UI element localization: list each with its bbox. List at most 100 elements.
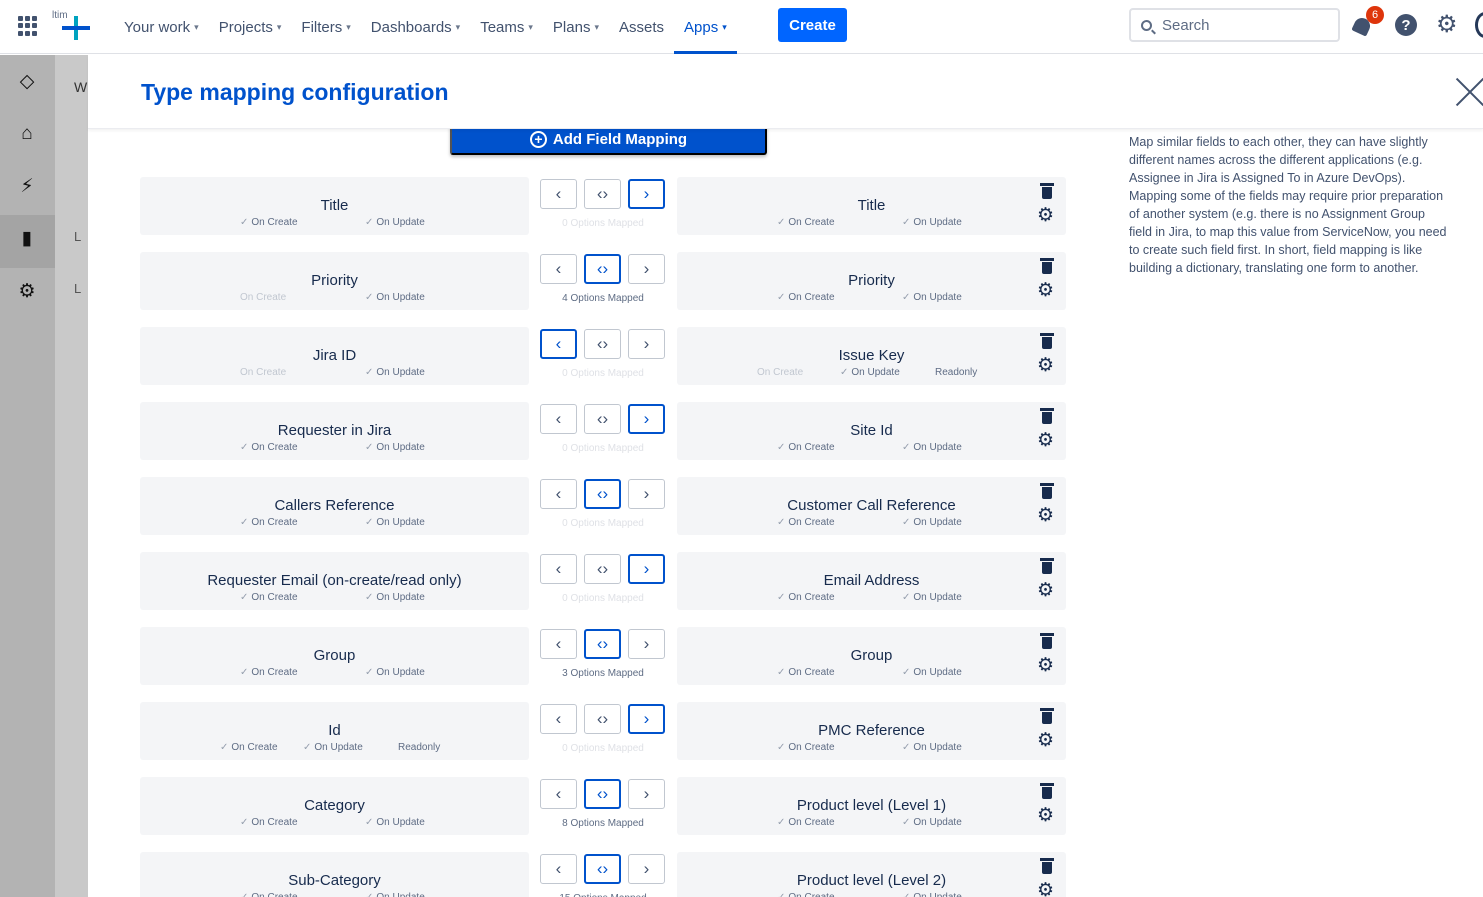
left-field-card[interactable]: Requester in Jira ✓ On Create ✓ On Update [140, 402, 529, 460]
left-field-card[interactable]: Sub-Category✓On Create✓On Update [140, 852, 529, 897]
sync-both-button[interactable]: ‹› [584, 704, 621, 734]
right-field-card[interactable]: Customer Call Reference ✓ On Create ✓ On Upd… [677, 477, 1066, 535]
check-icon: ✓ [777, 742, 786, 753]
trash-icon[interactable] [1040, 183, 1054, 199]
app-switcher-icon[interactable] [18, 16, 38, 36]
field-settings-gear-icon[interactable]: ⚙ [1037, 881, 1054, 897]
sync-both-button[interactable]: ‹› [584, 779, 621, 809]
right-field-card[interactable]: Email Address ✓ On Create ✓ On Update [677, 552, 1066, 610]
trash-icon[interactable] [1040, 558, 1054, 574]
field-settings-gear-icon[interactable]: ⚙ [1037, 806, 1054, 826]
right-field-card[interactable]: PMC Reference ✓ On Create ✓ On Update [677, 702, 1066, 760]
notifications-button[interactable]: 6 [1351, 6, 1384, 37]
sync-right-button[interactable]: › [628, 779, 665, 809]
field-settings-gear-icon[interactable]: ⚙ [1037, 206, 1054, 226]
field-settings-gear-icon[interactable]: ⚙ [1037, 356, 1054, 376]
create-button[interactable]: Create [778, 8, 847, 42]
sync-both-button[interactable]: ‹› [584, 629, 621, 659]
sync-left-button[interactable]: ‹ [540, 479, 577, 509]
left-field-card[interactable]: Requester Email (on-create/read only) ✓ On… [140, 552, 529, 610]
sync-both-button[interactable]: ‹› [584, 329, 621, 359]
right-field-card[interactable]: Title ✓ On Create ✓ On Update [677, 177, 1066, 235]
field-settings-gear-icon[interactable]: ⚙ [1037, 431, 1054, 451]
nav-item-dashboards[interactable]: Dashboards ▾ [361, 0, 470, 54]
sync-both-button[interactable]: ‹› [584, 854, 621, 884]
field-settings-gear-icon[interactable]: ⚙ [1037, 506, 1054, 526]
search-input[interactable]: Search [1129, 8, 1340, 42]
secondary-letter: L [74, 281, 82, 296]
nav-item-projects[interactable]: Projects ▾ [209, 0, 292, 54]
nav-item-filters[interactable]: Filters ▾ [291, 0, 360, 54]
nav-item-your-work[interactable]: Your work ▾ [114, 0, 209, 54]
field-settings-gear-icon[interactable]: ⚙ [1037, 581, 1054, 601]
right-field-card[interactable]: Product level (Level 2)✓On Create✓On Upd… [677, 852, 1066, 897]
sync-left-button[interactable]: ‹ [540, 704, 577, 734]
help-icon[interactable]: ? [1395, 14, 1417, 36]
trash-icon[interactable] [1040, 633, 1054, 649]
sync-left-button[interactable]: ‹ [540, 854, 577, 884]
sync-right-button[interactable]: › [628, 179, 665, 209]
home-icon[interactable]: ⌂ [16, 123, 38, 145]
sync-left-button[interactable]: ‹ [540, 329, 577, 359]
left-field-card[interactable]: Callers Reference ✓ On Create ✓ On Update [140, 477, 529, 535]
right-field-card[interactable]: Priority ✓ On Create ✓ On Update [677, 252, 1066, 310]
nav-item-teams[interactable]: Teams ▾ [470, 0, 543, 54]
sync-right-button[interactable]: › [628, 704, 665, 734]
close-icon[interactable] [1454, 75, 1483, 107]
sync-right-button[interactable]: › [628, 329, 665, 359]
sync-right-button[interactable]: › [628, 854, 665, 884]
sync-left-button[interactable]: ‹ [540, 629, 577, 659]
sync-both-button[interactable]: ‹› [584, 404, 621, 434]
left-field-card[interactable]: Id ✓ On Create ✓ On Update Readonly [140, 702, 529, 760]
sync-right-button[interactable]: › [628, 554, 665, 584]
sync-right-button[interactable]: › [628, 479, 665, 509]
sync-left-button[interactable]: ‹ [540, 554, 577, 584]
exalate-icon[interactable]: ◇ [16, 71, 38, 93]
settings-gear-icon[interactable]: ⚙ [1436, 12, 1458, 38]
trash-icon[interactable] [1040, 483, 1054, 499]
trash-icon[interactable] [1040, 333, 1054, 349]
sync-left-button[interactable]: ‹ [540, 179, 577, 209]
trash-icon[interactable] [1040, 258, 1054, 274]
sync-both-button[interactable]: ‹› [584, 479, 621, 509]
field-settings-gear-icon[interactable]: ⚙ [1037, 656, 1054, 676]
right-field-card[interactable]: Issue Key On Create ✓ On Update Readonly [677, 327, 1066, 385]
right-field-card[interactable]: Site Id ✓ On Create ✓ On Update [677, 402, 1066, 460]
nav-item-assets[interactable]: Assets [609, 0, 674, 54]
left-field-card[interactable]: Group ✓ On Create ✓ On Update [140, 627, 529, 685]
right-field-card[interactable]: Group ✓ On Create ✓ On Update [677, 627, 1066, 685]
check-icon: ✓ [902, 217, 911, 228]
field-settings-gear-icon[interactable]: ⚙ [1037, 731, 1054, 751]
sync-left-button[interactable]: ‹ [540, 254, 577, 284]
left-field-card[interactable]: Title ✓ On Create ✓ On Update [140, 177, 529, 235]
trash-icon[interactable] [1040, 708, 1054, 724]
left-field-card[interactable]: Priority On Create ✓ On Update [140, 252, 529, 310]
sync-right-button[interactable]: › [628, 629, 665, 659]
sync-right-button[interactable]: › [628, 254, 665, 284]
sync-left-button[interactable]: ‹ [540, 779, 577, 809]
nav-item-apps[interactable]: Apps ▾ [674, 0, 737, 54]
flag-label: Readonly [935, 367, 978, 378]
sync-left-button[interactable]: ‹ [540, 404, 577, 434]
trash-icon[interactable] [1040, 783, 1054, 799]
sync-both-button[interactable]: ‹› [584, 179, 621, 209]
sync-right-button[interactable]: › [628, 404, 665, 434]
site-logo[interactable]: ltim [52, 10, 92, 42]
trash-icon[interactable] [1040, 408, 1054, 424]
field-settings-gear-icon[interactable]: ⚙ [1037, 281, 1054, 301]
flag-label: On Create [251, 667, 298, 678]
sync-both-button[interactable]: ‹› [584, 554, 621, 584]
check-icon: ✓ [777, 442, 786, 453]
on-create-flag: ✓On Create [777, 667, 835, 678]
bar-chart-icon[interactable]: ▮ [16, 228, 38, 250]
trash-icon[interactable] [1040, 858, 1054, 874]
avatar[interactable] [1475, 12, 1483, 38]
nav-item-plans[interactable]: Plans ▾ [543, 0, 609, 54]
left-field-card[interactable]: Jira ID On Create ✓ On Update [140, 327, 529, 385]
right-field-card[interactable]: Product level (Level 1) ✓ On Create ✓ On Upd… [677, 777, 1066, 835]
sync-direction-group: ‹ ‹› › 3 Options Mapped [540, 627, 666, 685]
lightning-icon[interactable]: ⚡ [16, 176, 38, 198]
gear-icon[interactable]: ⚙ [16, 281, 38, 303]
left-field-card[interactable]: Category ✓ On Create ✓ On Update [140, 777, 529, 835]
sync-both-button[interactable]: ‹› [584, 254, 621, 284]
